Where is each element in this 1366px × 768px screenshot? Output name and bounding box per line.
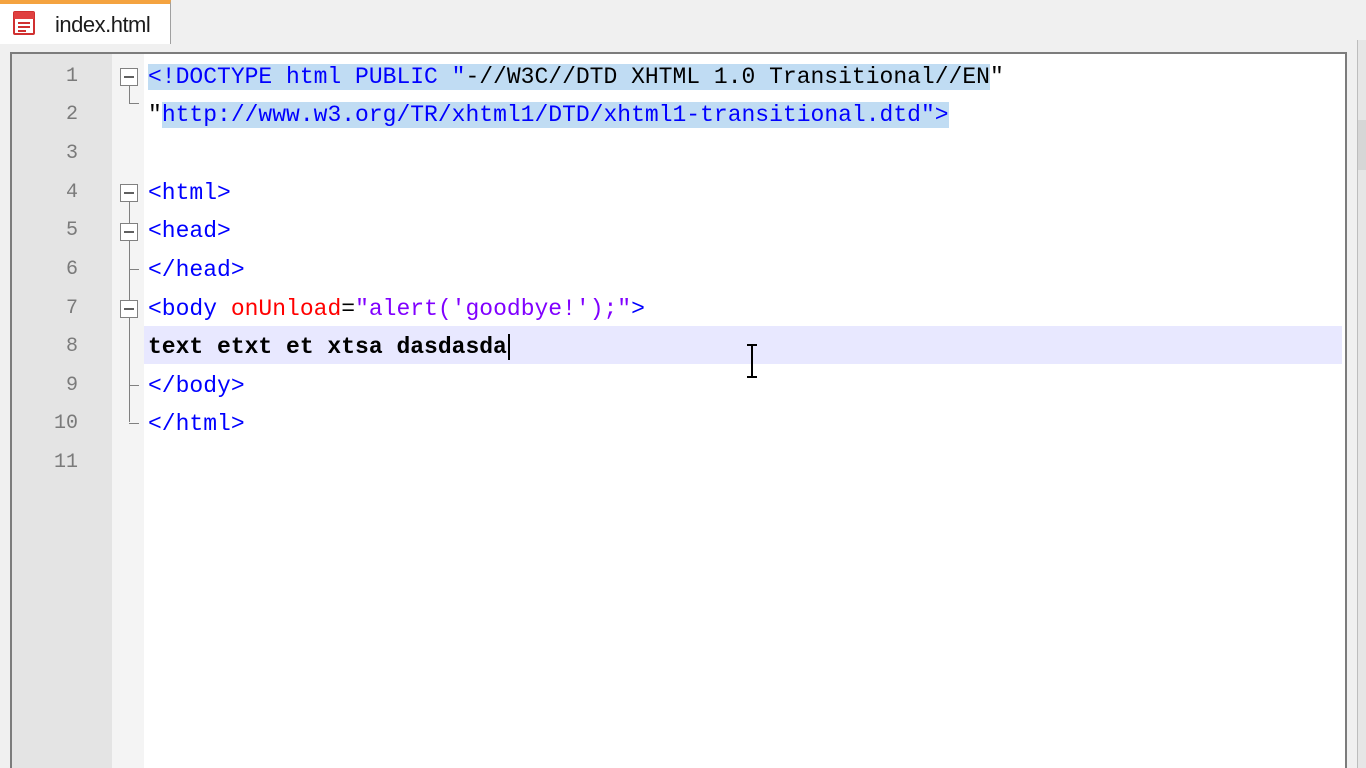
onunload-attribute: onUnload [230,296,342,322]
body-open-close: > [631,296,645,322]
fold-margin [112,54,144,768]
line-number: 7 [65,297,78,320]
line-number: 10 [53,412,78,435]
tab-index-html[interactable]: index.html [0,0,171,44]
fold-end [129,423,139,424]
fold-line [129,86,130,103]
body-open-tag: <body [148,296,231,322]
line-number-gutter: 1 2 3 4 5 6 7 8 9 10 11 [12,54,112,768]
code-line-2: "http://www.w3.org/TR/xhtml1/DTD/xhtml1-… [148,96,949,134]
dtd-quote: " [148,102,162,128]
fold-toggle-html[interactable] [120,184,138,202]
scrollbar-thumb[interactable] [1358,120,1366,170]
code-line-10: </html> [148,411,245,437]
line-number: 5 [65,219,78,242]
code-editor[interactable]: 1 2 3 4 5 6 7 8 9 10 11 <!DOCTYPE html P… [10,52,1347,768]
fold-end [129,103,139,104]
html-file-icon [13,11,35,35]
doctype-public-id: -//W3C//DTD XHTML 1.0 Transitional//EN [465,64,990,90]
doctype-open: <!DOCTYPE html PUBLIC " [148,64,466,90]
attr-equals: = [341,296,356,322]
fold-end [129,385,139,386]
line-number: 8 [65,335,78,358]
line-number: 6 [65,258,78,281]
code-line-7: <body onUnload="alert('goodbye!');"> [148,290,645,328]
line-number: 2 [65,103,78,126]
line-number: 11 [53,451,78,474]
code-line-1: <!DOCTYPE html PUBLIC "-//W3C//DTD XHTML… [148,58,1004,96]
code-line-6: </head> [148,257,245,283]
code-line-8: text etxt et xtsa dasdasda [148,328,510,366]
code-line-5: <head> [148,218,231,244]
text-caret [507,333,510,360]
line-number: 4 [65,181,78,204]
code-text-area[interactable]: <!DOCTYPE html PUBLIC "-//W3C//DTD XHTML… [144,54,1345,768]
line-number: 3 [65,142,78,165]
dtd-url: http://www.w3.org/TR/xhtml1/DTD/xhtml1-t… [161,102,921,128]
body-text: text etxt et xtsa dasdasda [148,334,507,360]
tab-bar: index.html [0,0,1366,44]
ibeam-cursor-icon [747,344,757,378]
fold-end [129,269,139,270]
code-line-9: </body> [148,373,245,399]
line-number: 9 [65,374,78,397]
attribute-value: "alert('goodbye!');" [355,296,632,322]
doctype-close: "> [920,102,949,128]
fold-toggle-doctype[interactable] [120,68,138,86]
doctype-quote: " [989,64,1004,90]
editor-window: index.html 1 2 3 4 5 6 7 8 9 10 11 <!DOC… [0,0,1366,768]
scrollbar[interactable] [1357,40,1366,768]
tab-label: index.html [55,12,151,37]
fold-toggle-head[interactable] [120,223,138,241]
fold-toggle-body[interactable] [120,300,138,318]
code-line-4: <html> [148,180,231,206]
line-number: 1 [65,65,78,88]
